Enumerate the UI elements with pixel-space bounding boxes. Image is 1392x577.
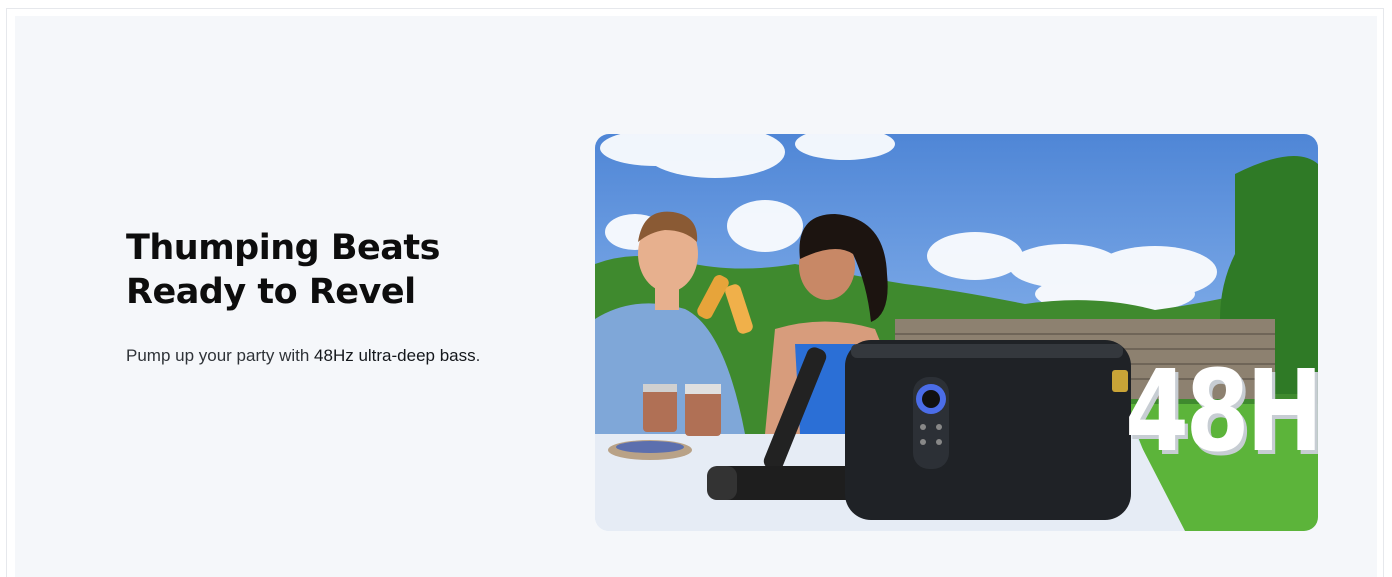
subtitle-suffix: . xyxy=(475,346,481,365)
headline-line-1: Thumping Beats xyxy=(126,228,440,268)
headline-line-2: Ready to Revel xyxy=(126,272,416,312)
hero-image: 48HZ xyxy=(595,134,1318,531)
feature-headline: Thumping Beats Ready to Revel xyxy=(126,226,546,314)
subtitle-highlight: 48Hz ultra-deep bass xyxy=(314,346,476,365)
bass-frequency-overlay: 48HZ xyxy=(1125,347,1318,477)
feature-subtitle: Pump up your party with 48Hz ultra-deep … xyxy=(126,344,480,368)
speaker-device xyxy=(845,340,1131,520)
subtitle-prefix: Pump up your party with xyxy=(126,346,315,365)
